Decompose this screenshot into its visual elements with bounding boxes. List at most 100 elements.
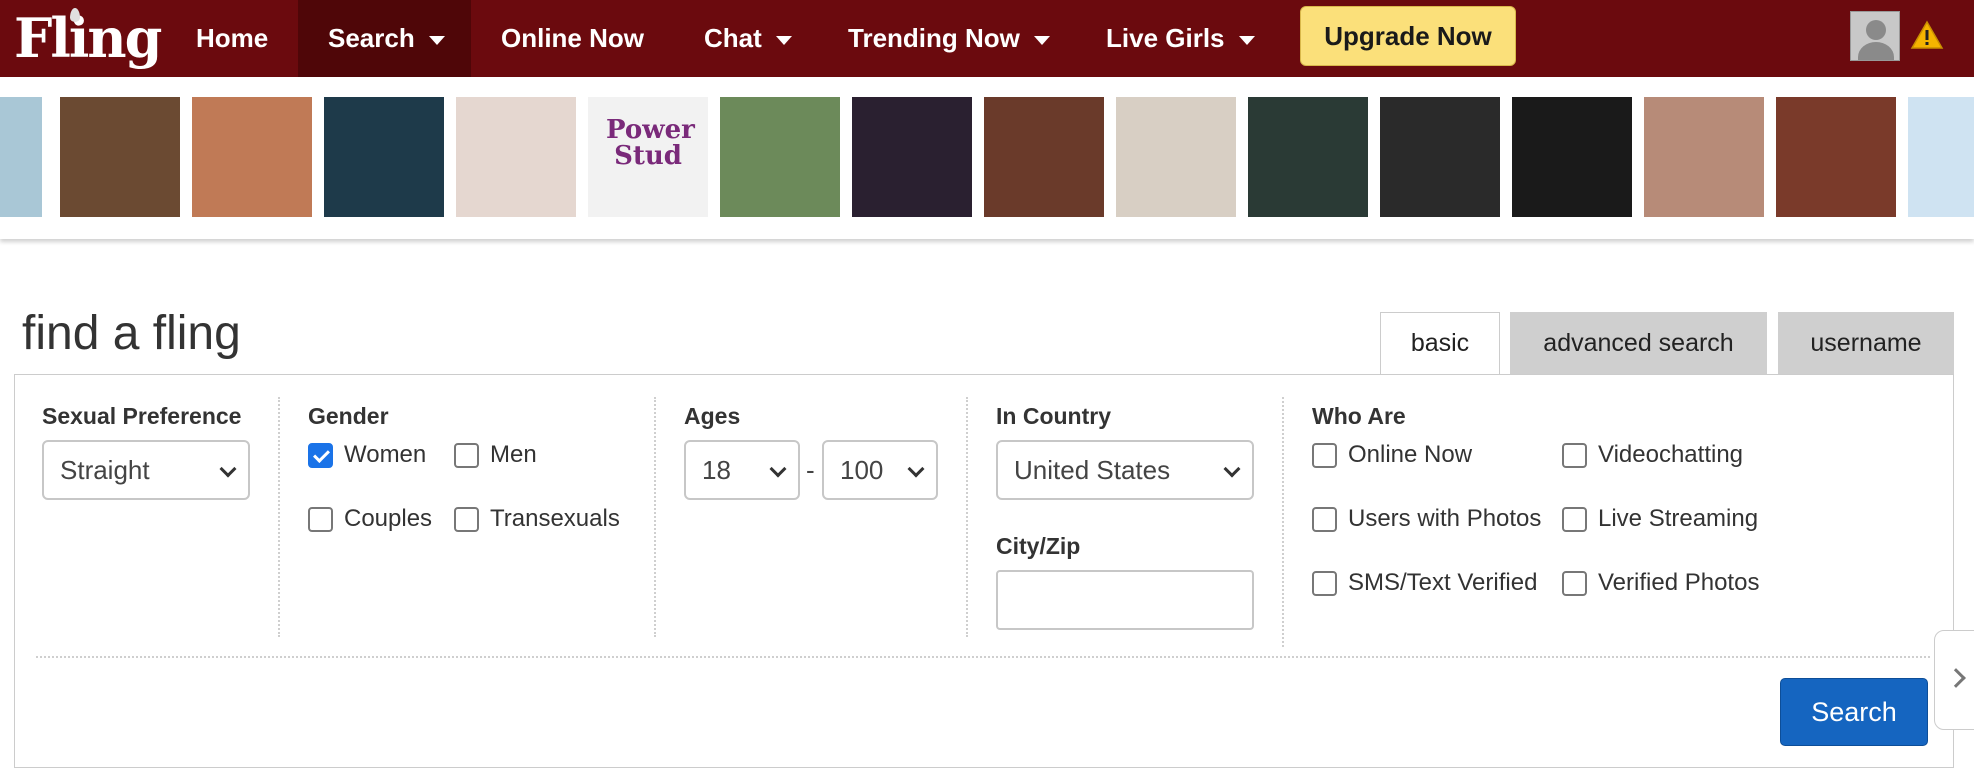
- upgrade-now-button[interactable]: Upgrade Now: [1300, 6, 1516, 66]
- nav-item-trending-now[interactable]: Trending Now: [818, 0, 1080, 77]
- top-navbar: Fling Home Search Online Now Chat Trendi…: [0, 0, 1974, 77]
- checkbox-icon: [1312, 570, 1337, 596]
- nav-item-live-girls[interactable]: Live Girls: [1076, 0, 1285, 77]
- member-photo-thumbnail[interactable]: [1380, 97, 1500, 217]
- photo-strip: Power Stud: [0, 77, 1974, 239]
- checkbox-label: SMS/Text Verified: [1348, 569, 1538, 596]
- caret-down-icon: [428, 35, 445, 45]
- nav-item-online-now[interactable]: Online Now: [471, 0, 674, 77]
- select-value: 18: [702, 454, 731, 485]
- checkbox-icon: [308, 506, 333, 532]
- member-photo-thumbnail[interactable]: [1116, 97, 1236, 217]
- sms-text-verified-checkbox[interactable]: SMS/Text Verified: [1312, 569, 1537, 597]
- checkbox-checked-icon: [308, 442, 333, 468]
- gender-men-checkbox[interactable]: Men: [454, 441, 537, 469]
- chevron-down-icon: [907, 460, 925, 478]
- checkbox-icon: [1312, 442, 1337, 468]
- checkbox-icon: [1562, 442, 1587, 468]
- panel-divider: [36, 656, 1930, 658]
- logo-text: Fling: [14, 6, 162, 70]
- member-photo-thumbnail[interactable]: [1644, 97, 1764, 217]
- videochatting-checkbox[interactable]: Videochatting: [1562, 441, 1743, 469]
- in-country-label: In Country: [996, 403, 1111, 429]
- nav-item-home[interactable]: Home: [166, 0, 298, 77]
- online-now-checkbox[interactable]: Online Now: [1312, 441, 1472, 469]
- member-photo-thumbnail[interactable]: [0, 97, 42, 217]
- nav-item-label: Live Girls: [1106, 23, 1225, 53]
- nav-item-search[interactable]: Search: [298, 0, 471, 77]
- chevron-down-icon: [769, 460, 787, 478]
- column-divider: [1282, 397, 1284, 647]
- checkbox-icon: [1562, 506, 1587, 532]
- chevron-down-icon: [219, 460, 237, 478]
- member-photo-thumbnail[interactable]: [1908, 97, 1974, 217]
- checkbox-icon: [1312, 506, 1337, 532]
- tab-advanced-search[interactable]: advanced search: [1510, 312, 1767, 375]
- column-divider: [654, 397, 656, 637]
- caret-down-icon: [775, 35, 792, 45]
- who-are-label: Who Are: [1312, 403, 1406, 429]
- gender-label: Gender: [308, 403, 389, 429]
- thumbnail-text: Power Stud: [606, 115, 695, 171]
- nav-item-label: Chat: [704, 23, 762, 53]
- user-avatar-icon[interactable]: [1850, 11, 1900, 61]
- member-photo-thumbnail[interactable]: [192, 97, 312, 217]
- checkbox-label: Women: [344, 441, 427, 468]
- tab-basic[interactable]: basic: [1380, 312, 1500, 375]
- member-photo-thumbnail[interactable]: [852, 97, 972, 217]
- nav-item-label: Trending Now: [848, 23, 1020, 53]
- ages-label: Ages: [684, 403, 741, 429]
- warning-icon[interactable]: [1910, 20, 1944, 50]
- select-value: 100: [840, 454, 884, 485]
- city-zip-label: City/Zip: [996, 533, 1081, 559]
- city-zip-input[interactable]: [996, 570, 1254, 630]
- nav-item-label: Home: [196, 23, 269, 53]
- checkbox-label: Online Now: [1348, 441, 1473, 468]
- side-panel-toggle[interactable]: [1934, 630, 1974, 730]
- gender-women-checkbox[interactable]: Women: [308, 441, 426, 469]
- checkbox-label: Transexuals: [490, 505, 620, 532]
- member-photo-thumbnail[interactable]: [984, 97, 1104, 217]
- page-title: find a fling: [22, 307, 241, 360]
- fling-logo[interactable]: Fling: [14, 2, 162, 74]
- verified-photos-checkbox[interactable]: Verified Photos: [1562, 569, 1759, 597]
- nav-item-label: Search: [328, 23, 415, 53]
- checkbox-label: Couples: [344, 505, 433, 532]
- caret-down-icon: [1033, 35, 1050, 45]
- select-value: United States: [1014, 454, 1171, 485]
- member-photo-thumbnail[interactable]: [1248, 97, 1368, 217]
- checkbox-label: Verified Photos: [1598, 569, 1760, 596]
- member-photo-thumbnail[interactable]: [720, 97, 840, 217]
- gender-transexuals-checkbox[interactable]: Transexuals: [454, 505, 620, 533]
- age-range-separator: -: [806, 455, 815, 485]
- checkbox-label: Users with Photos: [1348, 505, 1542, 532]
- checkbox-label: Men: [490, 441, 537, 468]
- age-max-select[interactable]: 100: [822, 440, 938, 500]
- logo-flame-icon: [70, 8, 80, 22]
- sexual-preference-select[interactable]: Straight: [42, 440, 250, 500]
- checkbox-label: Videochatting: [1598, 441, 1744, 468]
- sexual-preference-label: Sexual Preference: [42, 403, 242, 429]
- checkbox-icon: [454, 506, 479, 532]
- search-button[interactable]: Search: [1780, 678, 1928, 746]
- member-photo-thumbnail[interactable]: Power Stud: [588, 97, 708, 217]
- member-photo-thumbnail[interactable]: [1512, 97, 1632, 217]
- tab-username[interactable]: username: [1778, 312, 1954, 375]
- select-value: Straight: [60, 454, 150, 485]
- gender-couples-checkbox[interactable]: Couples: [308, 505, 432, 533]
- member-photo-thumbnail[interactable]: [456, 97, 576, 217]
- age-min-select[interactable]: 18: [684, 440, 800, 500]
- member-photo-thumbnail[interactable]: [60, 97, 180, 217]
- checkbox-icon: [1562, 570, 1587, 596]
- column-divider: [966, 397, 968, 637]
- country-select[interactable]: United States: [996, 440, 1254, 500]
- users-with-photos-checkbox[interactable]: Users with Photos: [1312, 505, 1541, 533]
- live-streaming-checkbox[interactable]: Live Streaming: [1562, 505, 1758, 533]
- member-photo-thumbnail[interactable]: [1776, 97, 1896, 217]
- checkbox-label: Live Streaming: [1598, 505, 1759, 532]
- chevron-right-icon: [1946, 668, 1966, 688]
- caret-down-icon: [1238, 35, 1255, 45]
- member-photo-thumbnail[interactable]: [324, 97, 444, 217]
- nav-item-chat[interactable]: Chat: [674, 0, 822, 77]
- checkbox-icon: [454, 442, 479, 468]
